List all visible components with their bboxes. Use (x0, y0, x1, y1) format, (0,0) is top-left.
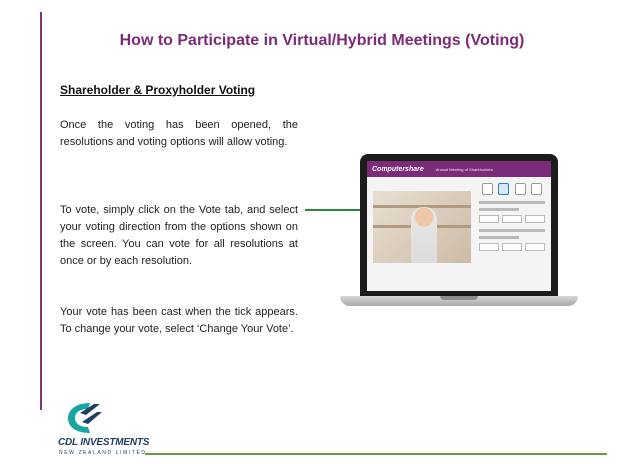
resolution-text-line (479, 229, 545, 232)
video-stream-panel (373, 191, 471, 263)
logo-subtitle: NEW ZEALAND LIMITED (59, 450, 147, 456)
laptop-notch (440, 296, 478, 300)
messages-tab-icon (514, 183, 526, 195)
vote-for-button (479, 243, 499, 251)
vote-abstain-button (525, 243, 545, 251)
documents-tab-icon (531, 183, 543, 195)
app-header-bar: Computershare Annual Meeting of Sharehol… (367, 161, 551, 177)
logo-company-name: CDL INVESTMENTS (58, 437, 150, 448)
vote-against-button (502, 243, 522, 251)
resolution-text-line (479, 208, 519, 211)
paragraph-voting-opened: Once the voting has been opened, the res… (60, 119, 298, 148)
panel-tab-icons (479, 183, 545, 195)
meeting-title: Annual Meeting of Shareholders (435, 166, 493, 172)
laptop-screen-bezel: Computershare Annual Meeting of Sharehol… (360, 154, 558, 296)
resolution-text-line (479, 236, 519, 239)
vote-for-button (479, 215, 499, 223)
vote-against-button (502, 215, 522, 223)
resolution-text-line (479, 201, 545, 204)
vote-option-buttons (479, 215, 545, 223)
cdl-logo-mark-icon (68, 403, 102, 433)
home-tab-icon (481, 183, 493, 195)
vote-abstain-button (525, 215, 545, 223)
paragraph-vote-cast: Your vote has been cast when the tick ap… (60, 306, 298, 335)
laptop-illustration: Computershare Annual Meeting of Sharehol… (340, 154, 578, 329)
paragraph-how-to-vote: To vote, simply click on the Vote tab, a… (60, 204, 298, 267)
section-subheading: Shareholder & Proxyholder Voting (60, 83, 256, 97)
presenter-figure (411, 207, 437, 263)
vote-tab-icon (498, 183, 510, 195)
meeting-app-screenshot: Computershare Annual Meeting of Sharehol… (367, 161, 551, 291)
vote-option-buttons (479, 243, 545, 251)
slide-title: How to Participate in Virtual/Hybrid Mee… (119, 32, 525, 49)
bottom-rule (145, 453, 607, 455)
left-accent-bar (40, 12, 42, 410)
voting-panel (479, 183, 545, 287)
cdl-investments-logo: CDL INVESTMENTS NEW ZEALAND LIMITED (58, 400, 149, 460)
computershare-logo: Computershare (372, 165, 424, 173)
